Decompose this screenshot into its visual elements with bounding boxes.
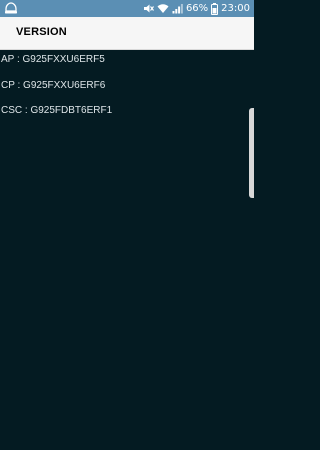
wifi-icon — [157, 3, 169, 14]
version-list: AP : G925FXXU6ERF5 CP : G925FXXU6ERF6 CS… — [0, 50, 254, 450]
clock: 23:00 — [221, 3, 250, 14]
app-bar: VERSION — [0, 17, 254, 50]
signal-icon — [172, 3, 183, 14]
page-title: VERSION — [16, 26, 67, 38]
mute-icon — [143, 3, 154, 14]
cp-version: CP : G925FXXU6ERF6 — [1, 80, 106, 91]
battery-percent: 66% — [185, 3, 209, 14]
edge-panel-handle[interactable] — [249, 108, 254, 198]
battery-icon — [211, 2, 219, 15]
status-bar: 66% 23:00 — [0, 0, 254, 17]
notification-icon — [4, 2, 18, 15]
ap-version: AP : G925FXXU6ERF5 — [1, 54, 105, 65]
csc-version: CSC : G925FDBT6ERF1 — [1, 105, 113, 116]
